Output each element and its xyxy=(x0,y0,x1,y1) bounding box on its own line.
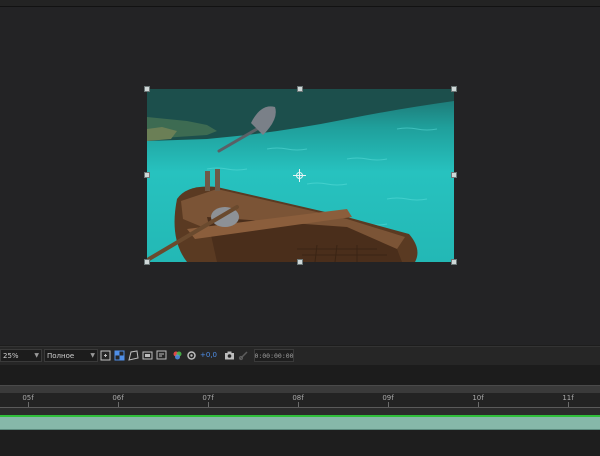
show-snapshot-icon[interactable] xyxy=(238,350,249,361)
ruler-label: 11f xyxy=(562,394,574,402)
color-channels-icon[interactable] xyxy=(172,350,183,361)
transform-handle-top-right[interactable] xyxy=(451,86,457,92)
timeline-empty-area xyxy=(0,430,600,456)
ruler-label: 10f xyxy=(472,394,484,402)
transform-handle-bottom-right[interactable] xyxy=(451,259,457,265)
safe-margins-icon[interactable] xyxy=(156,350,167,361)
resolution-value: Полное xyxy=(47,351,75,360)
zoom-value: 25% xyxy=(3,351,19,360)
ruler-label: 06f xyxy=(112,394,124,402)
chevron-down-icon: ▼ xyxy=(34,352,39,359)
ruler-label: 09f xyxy=(382,394,394,402)
top-panel-strip xyxy=(0,0,600,7)
transform-handle-middle-right[interactable] xyxy=(451,172,457,178)
time-ruler[interactable]: 05f 06f 07f 08f 09f 10f 11f xyxy=(0,393,600,407)
transform-handle-top-left[interactable] xyxy=(144,86,150,92)
transparency-grid-icon[interactable] xyxy=(114,350,125,361)
resolution-dropdown[interactable]: Полное ▼ xyxy=(44,349,98,362)
exposure-reset-icon[interactable] xyxy=(186,350,197,361)
region-of-interest-icon[interactable] xyxy=(100,350,111,361)
transform-handle-bottom-left[interactable] xyxy=(144,259,150,265)
anchor-point-icon[interactable] xyxy=(293,169,306,182)
work-area-bar[interactable] xyxy=(0,408,600,415)
layer-duration-bar[interactable] xyxy=(0,417,600,430)
viewer-toolbar: 25% ▼ Полное ▼ +0,0 0:00:00:00 xyxy=(0,346,600,366)
transform-handle-top-center[interactable] xyxy=(297,86,303,92)
transform-handle-middle-left[interactable] xyxy=(144,172,150,178)
ruler-label: 07f xyxy=(202,394,214,402)
ruler-label: 08f xyxy=(292,394,304,402)
mask-path-icon[interactable] xyxy=(128,350,139,361)
snapshot-icon[interactable] xyxy=(224,350,235,361)
zoom-dropdown[interactable]: 25% ▼ xyxy=(0,349,42,362)
current-time-display[interactable]: 0:00:00:00 xyxy=(254,349,294,362)
panel-gap xyxy=(0,365,600,385)
guides-icon[interactable] xyxy=(142,350,153,361)
transform-handle-bottom-center[interactable] xyxy=(297,259,303,265)
chevron-down-icon: ▼ xyxy=(90,352,95,359)
ruler-label: 05f xyxy=(22,394,34,402)
exposure-value[interactable]: +0,0 xyxy=(200,351,217,359)
